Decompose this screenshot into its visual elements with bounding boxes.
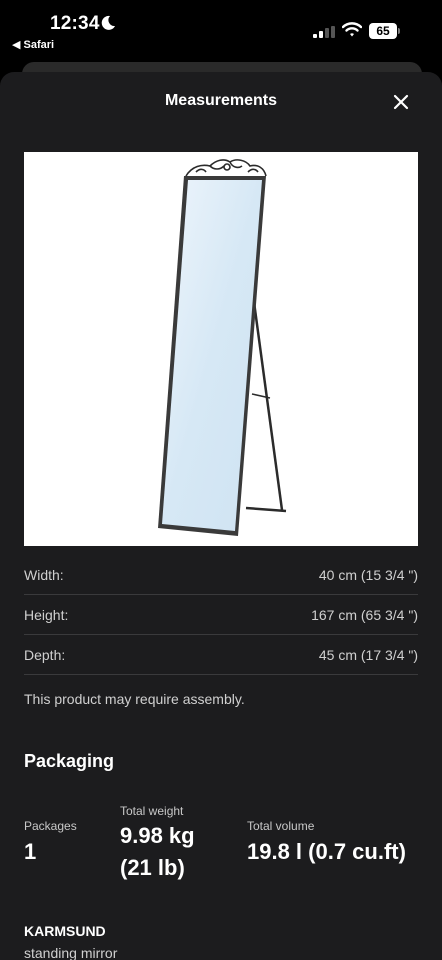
battery-icon: 65 <box>369 23 401 39</box>
product-image <box>24 152 418 546</box>
width-row: Width: 40 cm (15 3/4 ") <box>24 554 418 595</box>
total-volume-value: 19.8 l (0.7 cu.ft) <box>247 839 406 864</box>
depth-value: 45 cm (17 3/4 ") <box>318 647 418 663</box>
total-weight-imperial: (21 lb) <box>120 855 185 880</box>
depth-label: Depth: <box>24 647 66 663</box>
width-label: Width: <box>24 567 64 583</box>
assembly-note: This product may require assembly. <box>24 691 245 707</box>
sheet-title: Measurements <box>164 92 278 109</box>
close-icon[interactable] <box>388 89 414 115</box>
packaging-title: Packaging <box>24 751 115 771</box>
mirror-illustration <box>158 159 287 536</box>
wifi-icon <box>342 22 362 37</box>
moon-icon <box>101 15 115 30</box>
measurements-sheet: Measurements Width: 40 cm (15 3/4 ") Hei… <box>0 72 442 960</box>
total-volume-label: Total volume <box>247 819 315 833</box>
width-value: 40 cm (15 3/4 ") <box>318 567 418 583</box>
depth-row: Depth: 45 cm (17 3/4 ") <box>24 634 418 675</box>
height-row: Height: 167 cm (65 3/4 ") <box>24 594 418 635</box>
product-name: KARMSUND <box>24 923 106 939</box>
product-description: standing mirror <box>24 945 118 960</box>
packages-value: 1 <box>24 839 37 864</box>
battery-level: 65 <box>369 23 397 39</box>
status-bar: 12:34 ◀ Safari 65 <box>0 0 442 60</box>
back-to-safari-link[interactable]: ◀ Safari <box>12 38 54 51</box>
height-label: Height: <box>24 607 69 623</box>
cellular-signal-icon <box>313 26 335 38</box>
status-time: 12:34 <box>50 13 100 34</box>
height-value: 167 cm (65 3/4 ") <box>311 607 418 623</box>
total-weight-value: 9.98 kg <box>120 823 195 848</box>
total-weight-label: Total weight <box>120 804 184 818</box>
packages-label: Packages <box>24 819 77 833</box>
